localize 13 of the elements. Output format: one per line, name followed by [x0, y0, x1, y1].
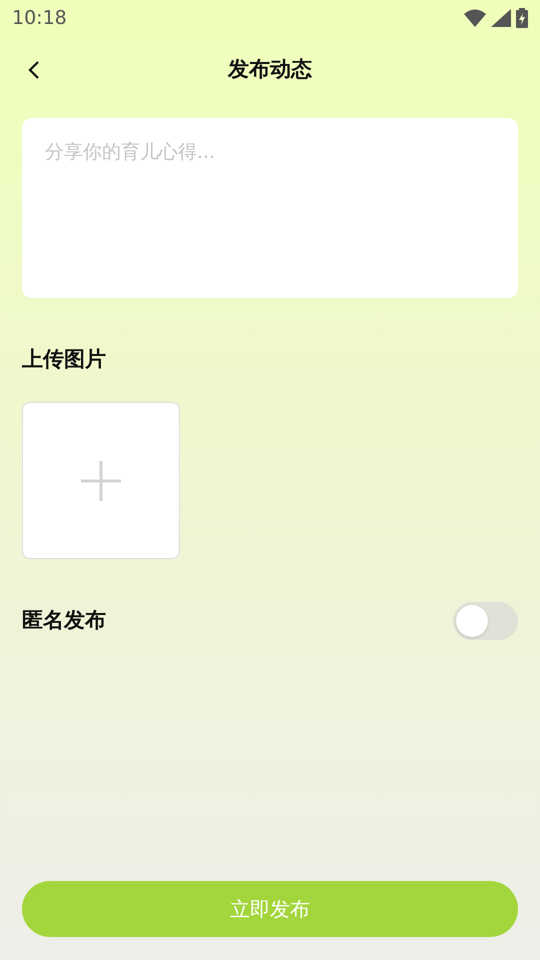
- back-chevron-icon: [27, 60, 41, 80]
- anonymous-label: 匿名发布: [22, 607, 106, 634]
- signal-icon: [491, 9, 511, 27]
- page-title: 发布动态: [228, 56, 312, 84]
- plus-icon: [81, 460, 121, 500]
- anonymous-toggle[interactable]: [453, 602, 518, 640]
- publish-button[interactable]: 立即发布: [22, 881, 518, 937]
- battery-icon: [516, 8, 528, 28]
- wifi-icon: [464, 9, 486, 27]
- post-input-field[interactable]: 分享你的育儿心得...: [22, 118, 518, 298]
- add-image-button[interactable]: [22, 402, 180, 559]
- status-time: 10:18: [12, 6, 67, 31]
- upload-label: 上传图片: [22, 346, 107, 373]
